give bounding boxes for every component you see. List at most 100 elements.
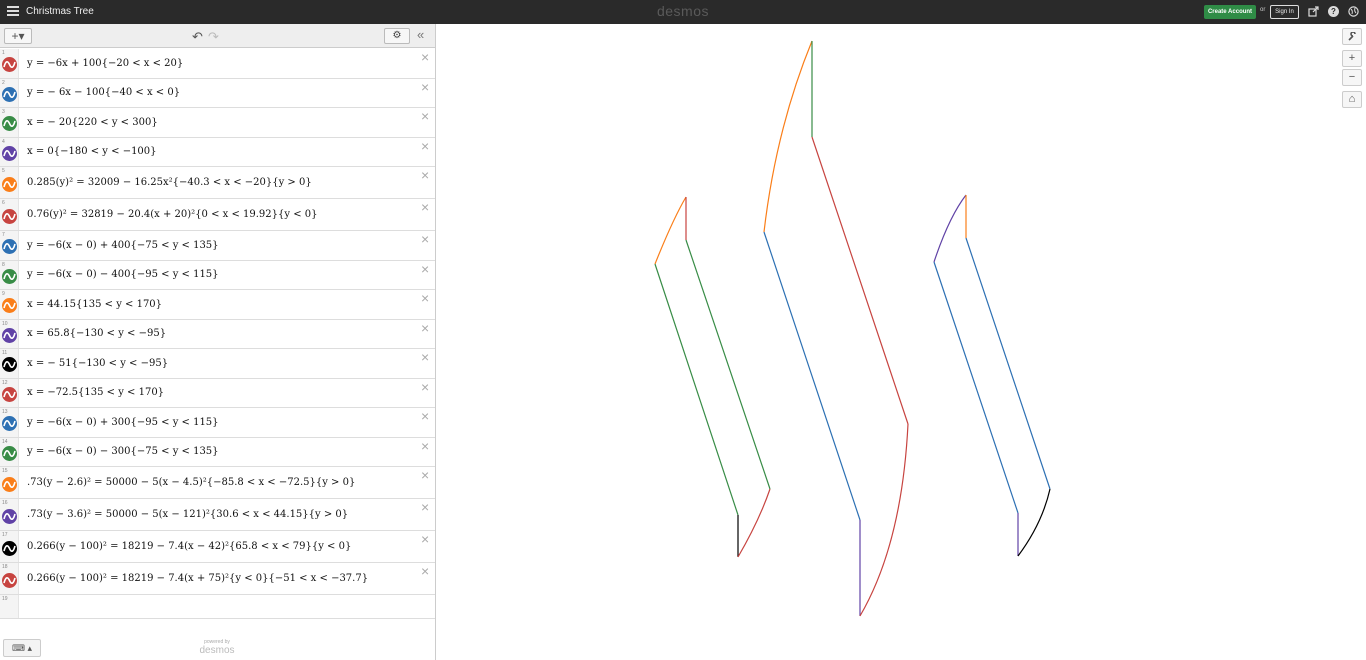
expression-input[interactable]: x = − 51{−130 < y < −95} [27,358,168,369]
curve-left-bottom-red [737,488,771,558]
expression-gutter: 12 [0,378,19,407]
expression-input[interactable]: 0.266(y − 100)² = 18219 − 7.4(x − 42)²{6… [27,541,351,552]
graph-color-toggle-icon[interactable] [2,208,17,224]
expression-row[interactable]: 1 y = −6x + 100{−20 < x < 20} × [0,49,435,79]
expression-row[interactable]: 11 x = − 51{−130 < y < −95} × [0,349,435,379]
expression-row[interactable]: 19 [0,595,435,619]
expression-row[interactable]: 2 y = − 6x − 100{−40 < x < 0} × [0,78,435,108]
delete-expression-icon[interactable]: × [421,500,429,514]
settings-gear-icon[interactable]: ⚙ [384,28,410,44]
delete-expression-icon[interactable]: × [421,564,429,578]
graph-color-toggle-icon[interactable] [2,327,17,343]
expression-row[interactable]: 3 x = − 20{220 < y < 300} × [0,108,435,138]
line-left-outer-green [654,263,739,516]
expression-row[interactable]: 7 y = −6(x − 0) + 400{−75 < y < 135} × [0,231,435,261]
graph-settings-wrench-icon[interactable] [1342,28,1362,45]
graph-color-toggle-icon[interactable] [2,116,17,132]
graph-color-toggle-icon[interactable] [2,239,17,255]
home-zoom-button[interactable]: ⌂ [1342,91,1362,108]
expression-row[interactable]: 17 0.266(y − 100)² = 18219 − 7.4(x − 42)²… [0,531,435,563]
graph-color-toggle-icon[interactable] [2,476,17,492]
expression-input[interactable]: x = −72.5{135 < y < 170} [27,387,164,398]
expression-input[interactable]: x = − 20{220 < y < 300} [27,117,158,128]
expression-input[interactable]: y = − 6x − 100{−40 < x < 0} [27,87,180,98]
delete-expression-icon[interactable]: × [421,532,429,546]
expression-row[interactable]: 14 y = −6(x − 0) − 300{−75 < y < 135} × [0,437,435,467]
graph-color-toggle-icon[interactable] [2,86,17,102]
expression-input[interactable]: y = −6(x − 0) − 300{−75 < y < 135} [27,446,219,457]
globe-icon[interactable] [1348,6,1359,17]
expression-index: 2 [2,79,5,86]
undo-icon[interactable]: ↶ [192,29,203,45]
expression-row[interactable]: 18 0.266(y − 100)² = 18219 − 7.4(x + 75)²… [0,563,435,595]
delete-expression-icon[interactable]: × [421,80,429,94]
delete-expression-icon[interactable]: × [421,109,429,123]
expression-row[interactable]: 6 0.76(y)² = 32819 − 20.4(x + 20)²{0 < x … [0,199,435,231]
delete-expression-icon[interactable]: × [421,50,429,64]
expression-input[interactable]: x = 44.15{135 < y < 170} [27,299,162,310]
add-expression-button[interactable]: +▾ [4,28,32,44]
delete-expression-icon[interactable]: × [421,468,429,482]
redo-icon[interactable]: ↷ [208,29,219,45]
graph-color-toggle-icon[interactable] [2,176,17,192]
graph-canvas[interactable] [437,24,1366,660]
expression-row[interactable]: 15 .73(y − 2.6)² = 50000 − 5(x − 4.5)²{−8… [0,467,435,499]
graph-color-toggle-icon[interactable] [2,268,17,284]
expression-row[interactable]: 16 .73(y − 3.6)² = 50000 − 5(x − 121)²{30… [0,499,435,531]
delete-expression-icon[interactable]: × [421,200,429,214]
graph-color-toggle-icon[interactable] [2,540,17,556]
graph-color-toggle-icon[interactable] [2,57,17,73]
expression-input[interactable]: y = −6(x − 0) + 400{−75 < y < 135} [27,240,219,251]
expression-input[interactable]: y = −6(x − 0) − 400{−95 < y < 115} [27,269,219,280]
sign-in-button[interactable]: Sign In [1270,5,1299,19]
delete-expression-icon[interactable]: × [421,262,429,276]
keyboard-toggle-button[interactable]: ⌨ ▴ [3,639,41,657]
expression-input[interactable]: x = 0{−180 < y < −100} [27,146,157,157]
expression-row[interactable]: 12 x = −72.5{135 < y < 170} × [0,378,435,408]
zoom-out-button[interactable]: − [1342,69,1362,86]
delete-expression-icon[interactable]: × [421,409,429,423]
expression-row[interactable]: 13 y = −6(x − 0) + 300{−95 < y < 115} × [0,408,435,438]
graph-color-toggle-icon[interactable] [2,386,17,402]
graph-title[interactable]: Christmas Tree [26,6,94,17]
expression-gutter: 16 [0,499,19,530]
collapse-panel-icon[interactable]: « [417,27,424,42]
expression-input[interactable]: x = 65.8{−130 < y < −95} [27,328,166,339]
expression-gutter: 17 [0,531,19,562]
graph-color-toggle-icon[interactable] [2,572,17,588]
graph-color-toggle-icon[interactable] [2,298,17,314]
expression-row[interactable]: 5 0.285(y)² = 32009 − 16.25x²{−40.3 < x <… [0,167,435,199]
powered-by-logo: desmos [199,645,235,656]
expression-input[interactable]: y = −6(x − 0) + 300{−95 < y < 115} [27,417,219,428]
delete-expression-icon[interactable]: × [421,139,429,153]
expression-row[interactable]: 8 y = −6(x − 0) − 400{−95 < y < 115} × [0,260,435,290]
graph-color-toggle-icon[interactable] [2,145,17,161]
menu-icon[interactable] [7,6,19,18]
delete-expression-icon[interactable]: × [421,168,429,182]
graph-color-toggle-icon[interactable] [2,357,17,373]
delete-expression-icon[interactable]: × [421,232,429,246]
expression-input[interactable]: 0.266(y − 100)² = 18219 − 7.4(x + 75)²{y… [27,573,368,584]
expression-row[interactable]: 10 x = 65.8{−130 < y < −95} × [0,319,435,349]
expression-gutter: 2 [0,78,19,107]
expression-input[interactable]: .73(y − 2.6)² = 50000 − 5(x − 4.5)²{−85.… [27,477,355,488]
delete-expression-icon[interactable]: × [421,321,429,335]
graph-color-toggle-icon[interactable] [2,445,17,461]
expression-input[interactable]: 0.76(y)² = 32819 − 20.4(x + 20)²{0 < x <… [27,209,318,220]
create-account-button[interactable]: Create Account [1204,5,1256,19]
graph-color-toggle-icon[interactable] [2,416,17,432]
delete-expression-icon[interactable]: × [421,291,429,305]
help-icon[interactable]: ? [1328,6,1339,17]
graph-color-toggle-icon[interactable] [2,508,17,524]
delete-expression-icon[interactable]: × [421,380,429,394]
expression-input[interactable]: 0.285(y)² = 32009 − 16.25x²{−40.3 < x < … [27,177,312,188]
expression-input[interactable]: .73(y − 3.6)² = 50000 − 5(x − 121)²{30.6… [27,509,348,520]
delete-expression-icon[interactable]: × [421,439,429,453]
share-icon[interactable] [1308,6,1319,17]
expression-row[interactable]: 9 x = 44.15{135 < y < 170} × [0,290,435,320]
curve-left-top-orange [654,196,687,265]
zoom-in-button[interactable]: + [1342,50,1362,67]
delete-expression-icon[interactable]: × [421,350,429,364]
expression-input[interactable]: y = −6x + 100{−20 < x < 20} [27,58,183,69]
expression-row[interactable]: 4 x = 0{−180 < y < −100} × [0,137,435,167]
